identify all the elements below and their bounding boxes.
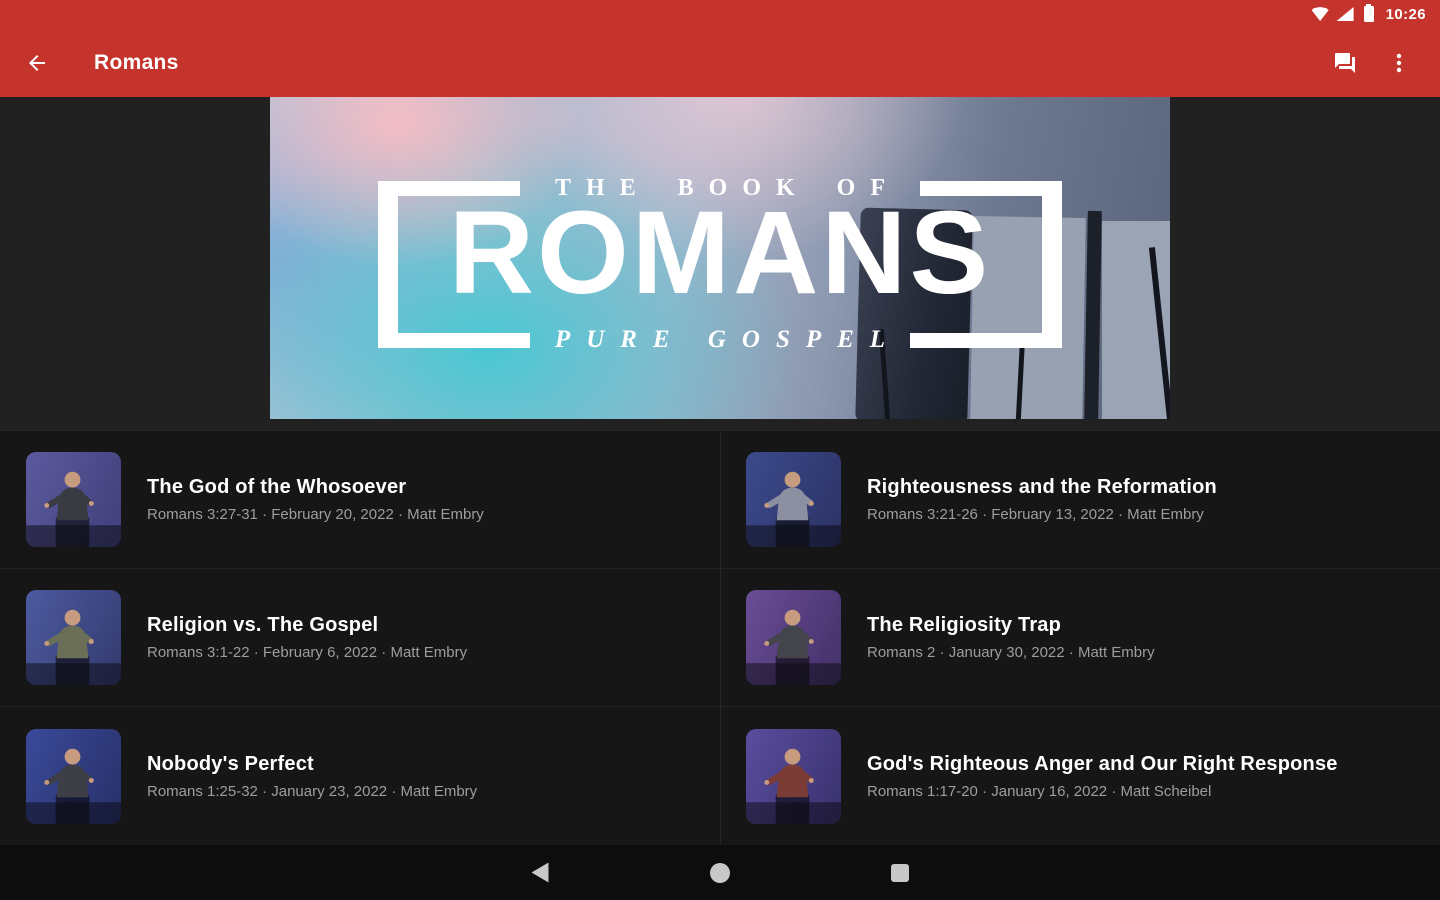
sermon-meta: Romans 3:21-26 · February 13, 2022 · Mat… xyxy=(867,506,1204,523)
android-nav-bar xyxy=(0,845,1440,900)
sermon-title: The God of the Whosoever xyxy=(147,476,407,498)
list-item[interactable]: The Religiosity Trap Romans 2 · January … xyxy=(720,569,1440,707)
sermon-meta: Romans 3:1-22 · February 6, 2022 · Matt … xyxy=(147,644,468,661)
back-button[interactable] xyxy=(16,42,58,84)
app-bar: Romans xyxy=(0,28,1440,97)
overflow-menu-icon xyxy=(1396,53,1402,72)
list-item[interactable]: God's Righteous Anger and Our Right Resp… xyxy=(720,707,1440,845)
app-screen: 10:26 Romans THE BOOK OF ROMANS PURE GOS… xyxy=(0,0,1440,900)
overflow-menu-button[interactable] xyxy=(1378,42,1420,84)
sermon-text: Nobody's Perfect Romans 1:25-32 · Januar… xyxy=(147,753,477,800)
sermon-title: Righteousness and the Reformation xyxy=(867,476,1217,498)
speaker-illustration xyxy=(746,609,841,685)
back-triangle-icon xyxy=(531,862,549,883)
app-bar-actions xyxy=(1324,42,1424,84)
wifi-icon xyxy=(1311,7,1329,21)
forum-button[interactable] xyxy=(1324,42,1366,84)
back-arrow-icon xyxy=(29,54,45,71)
forum-icon xyxy=(1335,52,1355,73)
sermon-thumbnail[interactable] xyxy=(26,728,121,824)
speaker-illustration xyxy=(26,471,121,547)
sermon-thumbnail[interactable] xyxy=(26,590,121,685)
sermon-meta: Romans 2 · January 30, 2022 · Matt Embry xyxy=(867,644,1155,661)
nav-recents-button[interactable] xyxy=(880,853,920,893)
list-item[interactable]: Nobody's Perfect Romans 1:25-32 · Januar… xyxy=(0,707,720,845)
sermon-title: Nobody's Perfect xyxy=(147,752,314,775)
sermon-meta: Romans 3:27-31 · February 20, 2022 · Mat… xyxy=(147,506,484,523)
sermon-title: The Religiosity Trap xyxy=(867,614,1062,636)
banner-title: ROMANS xyxy=(448,187,992,319)
status-bar: 10:26 xyxy=(0,0,1440,28)
nav-home-button[interactable] xyxy=(700,853,740,893)
sermon-thumbnail[interactable] xyxy=(746,728,841,824)
list-item[interactable]: The God of the Whosoever Romans 3:27-31 … xyxy=(0,431,720,569)
battery-icon xyxy=(1363,4,1374,22)
signal-icon xyxy=(1336,7,1354,21)
sermon-title: Religion vs. The Gospel xyxy=(147,614,379,636)
sermon-text: Righteousness and the Reformation Romans… xyxy=(867,476,1217,523)
sermon-text: God's Righteous Anger and Our Right Resp… xyxy=(867,753,1338,800)
sermon-meta: Romans 1:25-32 · January 23, 2022 · Matt… xyxy=(147,782,478,800)
sermon-text: Religion vs. The Gospel Romans 3:1-22 · … xyxy=(147,614,467,661)
speaker-illustration xyxy=(26,748,121,824)
page-title: Romans xyxy=(94,50,179,74)
sermon-list: The God of the Whosoever Romans 3:27-31 … xyxy=(0,430,1440,845)
home-circle-icon xyxy=(710,862,730,883)
list-item[interactable]: Righteousness and the Reformation Romans… xyxy=(720,431,1440,569)
sermon-meta: Romans 1:17-20 · January 16, 2022 · Matt… xyxy=(867,782,1212,800)
hero-section: THE BOOK OF ROMANS PURE GOSPEL xyxy=(0,97,1440,430)
series-banner: THE BOOK OF ROMANS PURE GOSPEL xyxy=(270,97,1170,419)
speaker-illustration xyxy=(746,748,841,824)
sermon-text: The God of the Whosoever Romans 3:27-31 … xyxy=(147,476,484,523)
sermon-text: The Religiosity Trap Romans 2 · January … xyxy=(867,614,1155,661)
sermon-thumbnail[interactable] xyxy=(26,452,121,547)
banner-subtitle: PURE GOSPEL xyxy=(554,326,902,353)
speaker-illustration xyxy=(746,471,841,547)
nav-back-button[interactable] xyxy=(520,853,560,893)
recents-square-icon xyxy=(891,863,909,882)
sermon-thumbnail[interactable] xyxy=(746,590,841,685)
speaker-illustration xyxy=(26,609,121,685)
sermon-title: God's Righteous Anger and Our Right Resp… xyxy=(867,752,1338,775)
list-item[interactable]: Religion vs. The Gospel Romans 3:1-22 · … xyxy=(0,569,720,707)
clock-text: 10:26 xyxy=(1385,5,1426,23)
sermon-thumbnail[interactable] xyxy=(746,452,841,547)
